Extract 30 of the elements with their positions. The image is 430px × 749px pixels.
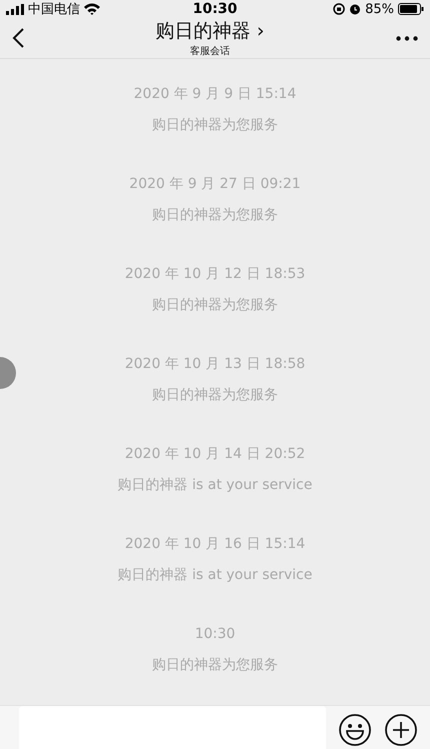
carrier-name: 中国电信 bbox=[28, 1, 80, 18]
timestamp: 2020 年 9 月 9 日 15:14 bbox=[134, 84, 296, 104]
system-message: 购日的神器 is at your service bbox=[118, 566, 312, 585]
timestamp: 10:30 bbox=[194, 624, 236, 644]
timestamp: 2020 年 10 月 14 日 20:52 bbox=[124, 444, 306, 464]
wifi-icon bbox=[84, 3, 100, 15]
timestamp: 2020 年 10 月 12 日 18:53 bbox=[124, 264, 306, 284]
system-message: 购日的神器为您服务 bbox=[152, 386, 278, 405]
signal-icon bbox=[6, 4, 24, 14]
chevron-text[interactable]: › bbox=[256, 20, 264, 42]
back-icon[interactable] bbox=[12, 28, 24, 48]
battery-percent: 85% bbox=[365, 2, 394, 16]
chat-title[interactable]: 购日的神器 bbox=[156, 18, 251, 44]
chat-subtitle: 客服会话 bbox=[190, 44, 230, 58]
message-input[interactable] bbox=[19, 706, 326, 749]
system-message: 购日的神器为您服务 bbox=[152, 296, 278, 315]
add-button[interactable] bbox=[384, 712, 418, 746]
clock-time: 10:30 bbox=[192, 1, 238, 17]
system-message: 购日的神器为您服务 bbox=[152, 206, 278, 225]
system-message: 购日的神器为您服务 bbox=[152, 656, 278, 675]
system-message: 购日的神器为您服务 bbox=[152, 116, 278, 135]
emoji-button[interactable] bbox=[338, 712, 372, 746]
timestamp: 2020 年 9 月 27 日 09:21 bbox=[129, 174, 301, 194]
more-icon[interactable] bbox=[396, 36, 418, 40]
timestamp: 2020 年 10 月 13 日 18:58 bbox=[124, 354, 306, 374]
battery-icon bbox=[398, 3, 424, 15]
timestamp: 2020 年 10 月 16 日 15:14 bbox=[124, 534, 306, 554]
lock-rotation-icon bbox=[333, 3, 346, 15]
system-message: 购日的神器 is at your service bbox=[118, 476, 312, 495]
alarm-icon bbox=[349, 3, 362, 15]
